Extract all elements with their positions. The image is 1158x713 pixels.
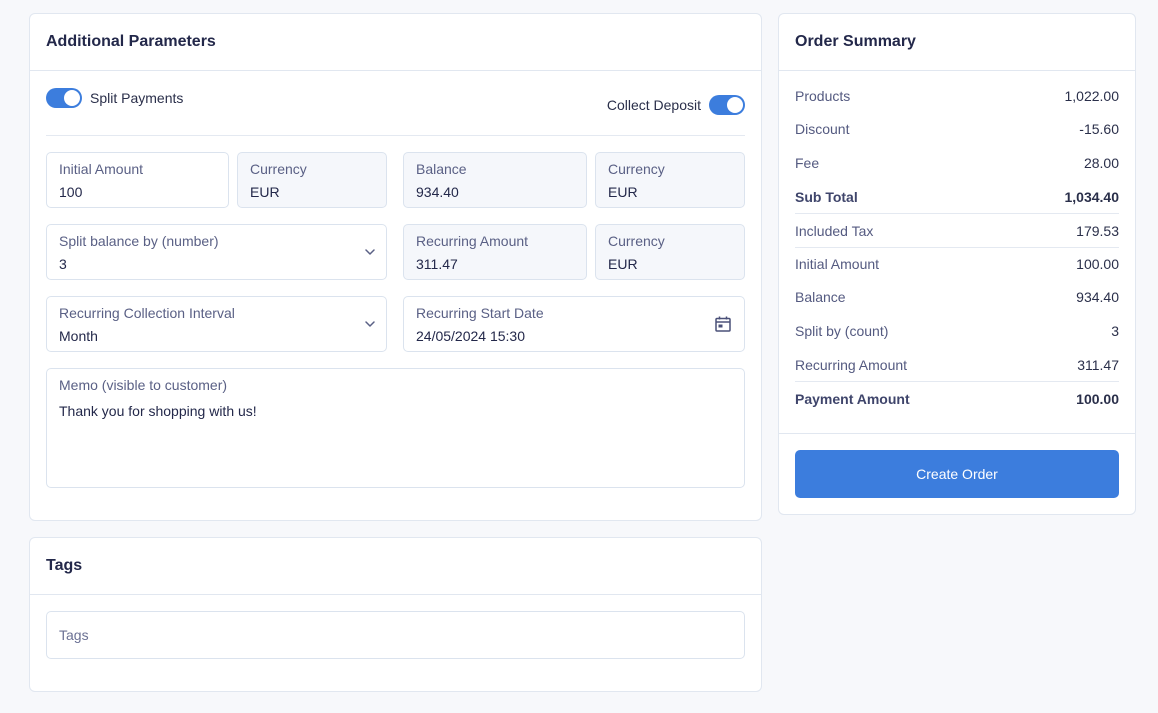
collect-deposit-toggle-row: Collect Deposit — [607, 95, 745, 115]
summary-row-balance: Balance 934.40 — [795, 281, 1119, 315]
summary-row-initial-amount: Initial Amount 100.00 — [795, 246, 1119, 281]
summary-label: Recurring Amount — [795, 356, 908, 373]
field-label: Memo (visible to customer) — [59, 377, 228, 393]
additional-parameters-title: Additional Parameters — [46, 33, 216, 50]
field-value: EUR — [250, 184, 280, 200]
tags-input[interactable]: Tags — [46, 611, 745, 659]
split-balance-select[interactable]: Split balance by (number) 3 — [46, 224, 387, 280]
collect-deposit-label: Collect Deposit — [606, 97, 701, 113]
field-label: Recurring Start Date — [416, 305, 544, 321]
field-label: Balance — [416, 161, 467, 177]
calendar-icon[interactable] — [714, 315, 732, 333]
tags-header: Tags — [30, 538, 761, 595]
summary-footer-divider — [779, 433, 1135, 434]
field-label: Currency — [250, 161, 307, 177]
initial-amount-input[interactable]: Initial Amount 100 — [46, 152, 229, 208]
summary-row-subtotal: Sub Total 1,034.40 — [795, 180, 1119, 214]
field-label: Initial Amount — [59, 161, 144, 177]
field-label: Split balance by (number) — [59, 233, 219, 249]
summary-value: -15.60 — [1079, 121, 1119, 138]
toggle-knob — [64, 90, 80, 106]
summary-value: 179.53 — [1076, 222, 1119, 239]
field-label: Currency — [608, 161, 665, 177]
summary-value: 934.40 — [1076, 289, 1119, 306]
field-value: 3 — [59, 256, 67, 272]
summary-row-split-count: Split by (count) 3 — [795, 314, 1119, 348]
recurring-amount-field: Recurring Amount 311.47 — [403, 224, 587, 280]
summary-value: 1,022.00 — [1064, 87, 1120, 104]
field-label: Recurring Collection Interval — [59, 305, 235, 321]
summary-label: Included Tax — [795, 222, 874, 239]
summary-row-included-tax: Included Tax 179.53 — [795, 213, 1119, 247]
summary-label: Split by (count) — [795, 322, 889, 339]
additional-parameters-card: Additional Parameters Split Payments Col… — [29, 13, 762, 521]
split-payments-label: Split Payments — [90, 90, 184, 106]
recurring-interval-select[interactable]: Recurring Collection Interval Month — [46, 296, 387, 352]
toggle-knob — [727, 97, 743, 113]
additional-parameters-header: Additional Parameters — [30, 14, 761, 71]
create-order-button[interactable]: Create Order — [795, 450, 1119, 498]
field-value: EUR — [608, 256, 638, 272]
summary-row-recurring-amount: Recurring Amount 311.47 — [795, 348, 1119, 382]
field-value: 311.47 — [416, 256, 458, 272]
summary-label: Fee — [795, 154, 820, 171]
order-summary-header: Order Summary — [779, 14, 1135, 71]
balance-currency-field: Currency EUR — [595, 152, 745, 208]
summary-label: Products — [795, 87, 851, 104]
summary-label: Sub Total — [795, 188, 858, 205]
summary-label: Payment Amount — [795, 390, 910, 407]
summary-list: Products 1,022.00 Discount -15.60 Fee 28… — [795, 79, 1119, 415]
summary-label: Balance — [795, 289, 846, 306]
summary-row-fee: Fee 28.00 — [795, 146, 1119, 180]
chevron-down-icon — [365, 321, 375, 327]
recurring-currency-field: Currency EUR — [595, 224, 745, 280]
summary-row-products: Products 1,022.00 — [795, 79, 1119, 113]
field-value: Month — [59, 328, 98, 344]
summary-label: Discount — [795, 121, 850, 138]
field-label: Recurring Amount — [416, 233, 529, 249]
tags-placeholder: Tags — [59, 627, 89, 643]
field-value: 24/05/2024 15:30 — [416, 328, 525, 344]
balance-field: Balance 934.40 — [403, 152, 587, 208]
split-payments-toggle[interactable] — [46, 88, 82, 108]
summary-value: 100.00 — [1076, 390, 1119, 407]
summary-value: 3 — [1111, 322, 1119, 339]
tags-card: Tags Tags — [29, 537, 762, 692]
summary-value: 1,034.40 — [1064, 188, 1120, 205]
tags-title: Tags — [46, 557, 83, 574]
order-summary-card: Order Summary Products 1,022.00 Discount… — [778, 13, 1136, 515]
field-value: Thank you for shopping with us! — [59, 403, 257, 419]
initial-currency-field: Currency EUR — [237, 152, 387, 208]
split-payments-toggle-row: Split Payments — [46, 88, 183, 108]
summary-row-payment-amount: Payment Amount 100.00 — [795, 381, 1119, 415]
summary-label: Initial Amount — [795, 256, 880, 273]
field-value: EUR — [608, 184, 638, 200]
summary-value: 311.47 — [1077, 356, 1119, 373]
field-value: 100 — [59, 184, 83, 200]
summary-row-discount: Discount -15.60 — [795, 113, 1119, 147]
order-summary-title: Order Summary — [795, 33, 916, 50]
memo-textarea[interactable]: Memo (visible to customer) Thank you for… — [46, 368, 745, 488]
summary-value: 100.00 — [1076, 256, 1119, 273]
recurring-start-date-input[interactable]: Recurring Start Date 24/05/2024 15:30 — [403, 296, 745, 352]
chevron-down-icon — [365, 249, 375, 255]
field-label: Currency — [608, 233, 665, 249]
collect-deposit-toggle[interactable] — [709, 95, 745, 115]
divider — [46, 135, 745, 136]
summary-value: 28.00 — [1083, 154, 1119, 171]
field-value: 934.40 — [416, 184, 459, 200]
